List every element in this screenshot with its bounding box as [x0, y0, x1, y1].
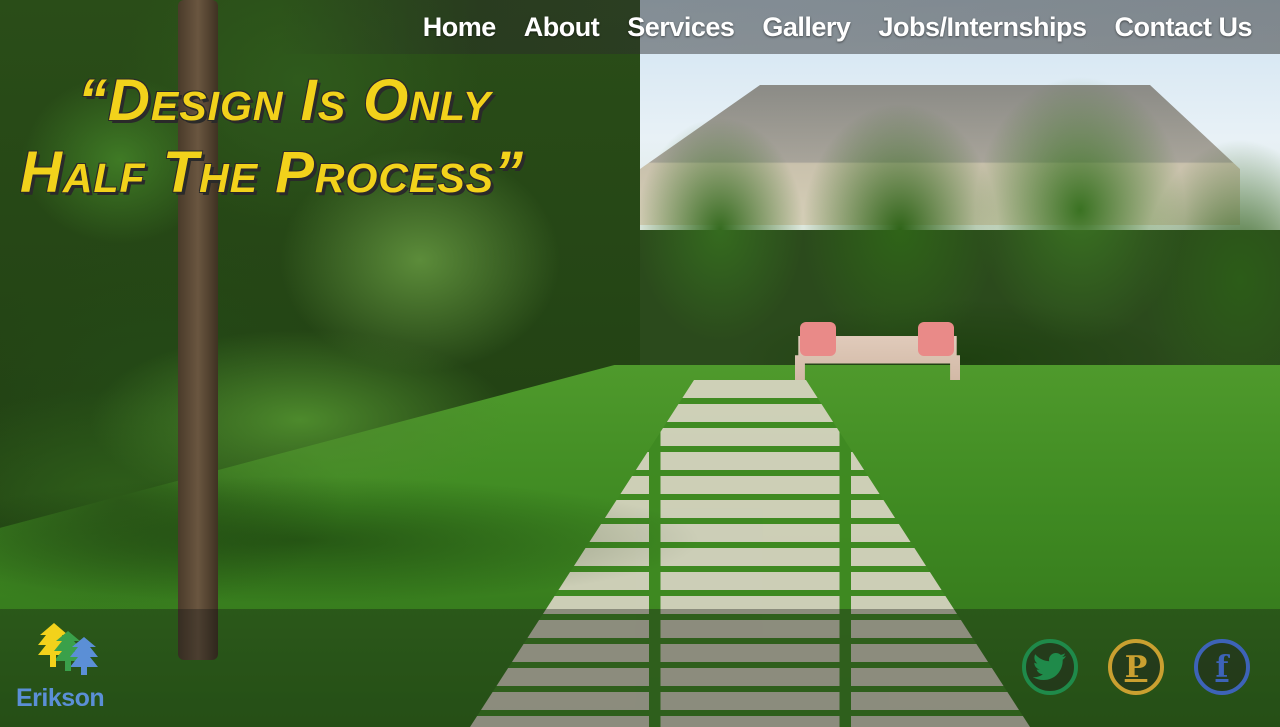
logo-tree-icon [38, 623, 98, 675]
footer-bar: Erikson P f [0, 609, 1280, 727]
logo-wordmark: Erikson [16, 684, 105, 712]
hero-headline: “Design Is Only Half The Process” [20, 72, 740, 202]
bench-pillow [918, 322, 954, 356]
facebook-icon[interactable]: f [1194, 639, 1250, 695]
nav-about[interactable]: About [524, 12, 600, 43]
bench-pillow [800, 322, 836, 356]
main-nav: Home About Services Gallery Jobs/Interns… [280, 0, 1280, 54]
nav-contact-us[interactable]: Contact Us [1114, 12, 1252, 43]
nav-gallery[interactable]: Gallery [762, 12, 851, 43]
twitter-icon[interactable] [1022, 639, 1078, 695]
nav-home[interactable]: Home [423, 12, 497, 43]
nav-jobs-internships[interactable]: Jobs/Internships [878, 12, 1087, 43]
pinterest-icon[interactable]: P [1108, 639, 1164, 695]
erikson-logo[interactable]: Erikson [16, 623, 116, 713]
nav-services[interactable]: Services [627, 12, 735, 43]
headline-line-1: “Design Is Only [78, 68, 492, 133]
headline-line-2: Half The Process” [20, 140, 525, 205]
